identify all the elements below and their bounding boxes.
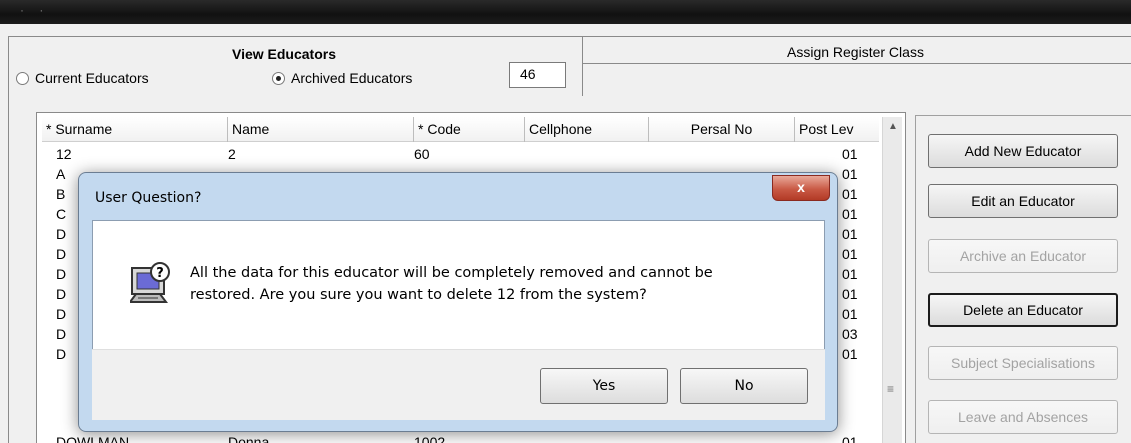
cell-post-level: 01 [842,246,858,262]
cell-post-level: 01 [842,206,858,222]
leave-and-absences-button[interactable]: Leave and Absences [928,400,1118,434]
cell-surname: A [56,166,66,182]
radio-current-circle[interactable] [16,71,29,85]
cell-post-level: 01 [842,226,858,242]
archive-educator-button[interactable]: Archive an Educator [928,239,1118,273]
cell-surname: D [56,246,67,262]
no-button[interactable]: No [680,368,808,404]
add-new-educator-button[interactable]: Add New Educator [928,134,1118,168]
subject-specialisations-button[interactable]: Subject Specialisations [928,346,1118,380]
tab-assign-register-class-label[interactable]: Assign Register Class [787,44,924,60]
cell-surname: D [56,306,67,322]
table-row[interactable]: 12 2 60 01 [42,144,882,164]
cell-post-level: 01 [842,346,858,362]
cell-surname: D [56,346,67,362]
cell-surname: DOWLMAN [56,434,130,443]
cell-surname: D [56,286,67,302]
radio-current-educators[interactable]: Current Educators [16,70,149,86]
svg-text:?: ? [156,266,164,281]
radio-archived-educators[interactable]: Archived Educators [272,70,412,86]
cell-surname: D [56,266,67,282]
cell-post-level: 01 [842,434,858,443]
edit-educator-button[interactable]: Edit an Educator [928,184,1118,218]
scroll-up-arrow-icon[interactable]: ▲ [883,117,903,137]
grid-header: * Surname Name * Code Cellphone Persal N… [42,117,879,142]
grid-scrollbar[interactable]: ▲ ≡ [882,117,902,443]
dialog-message: All the data for this educator will be c… [190,262,800,306]
cell-post-level: 01 [842,166,858,182]
scroll-grip-icon[interactable]: ≡ [887,382,894,396]
col-name[interactable]: Name [228,117,414,142]
dialog-message-line1: All the data for this educator will be c… [190,265,713,281]
dialog-title: User Question? [95,190,202,206]
col-cellphone[interactable]: Cellphone [525,117,649,142]
col-post-level[interactable]: Post Lev [795,117,879,142]
col-surname[interactable]: * Surname [42,117,228,142]
col-persal-no[interactable]: Persal No [649,117,795,142]
window-titlebar: · · [0,0,1131,24]
cell-post-level: 03 [842,326,858,342]
delete-educator-button[interactable]: Delete an Educator [928,293,1118,327]
cell-surname: C [56,206,67,222]
cell-post-level: 01 [842,286,858,302]
cell-post-level: 01 [842,186,858,202]
titlebar-glyph: · · [20,3,50,17]
close-icon[interactable]: x [772,175,830,201]
cell-post-level: 01 [842,146,858,162]
cell-post-level: 01 [842,306,858,322]
educator-count-box: 46 [509,62,566,88]
view-educators-title: View Educators [232,46,337,62]
table-row[interactable]: DOWLMAN Donna 1002 01 [42,432,882,443]
radio-archived-circle[interactable] [272,71,285,85]
question-computer-icon: ? [130,262,170,303]
tab-view-educators[interactable] [8,36,583,96]
cell-code: 1002 [414,434,446,443]
col-code[interactable]: * Code [414,117,525,142]
cell-surname: B [56,186,66,202]
cell-post-level: 01 [842,266,858,282]
cell-name: 2 [228,146,236,162]
radio-current-label[interactable]: Current Educators [35,70,149,86]
cell-name: Donna [228,434,270,443]
yes-button[interactable]: Yes [540,368,668,404]
dialog-message-line2: restored. Are you sure you want to delet… [190,287,647,303]
cell-code: 60 [414,146,430,162]
radio-archived-label[interactable]: Archived Educators [291,70,412,86]
cell-surname: D [56,226,67,242]
cell-surname: D [56,326,67,342]
cell-surname: 12 [56,146,72,162]
